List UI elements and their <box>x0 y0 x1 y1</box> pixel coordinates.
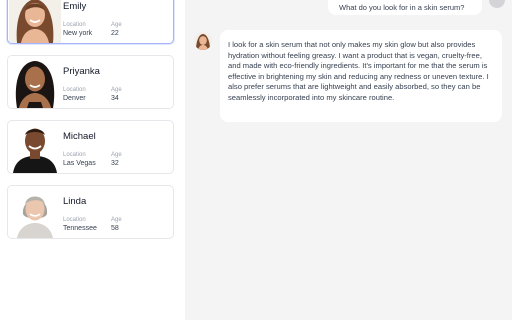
avatar <box>9 0 61 43</box>
avatar <box>9 56 61 108</box>
chat-panel: What do you look for in a skin serum? I … <box>185 0 512 320</box>
persona-name: Linda <box>63 196 87 207</box>
age-label: Age <box>111 22 122 28</box>
location-label: Location <box>63 22 86 28</box>
persona-card-emily[interactable]: Emily Location New york Age 22 <box>7 0 174 44</box>
age-value: 58 <box>111 225 119 232</box>
age-label: Age <box>111 87 122 93</box>
persona-card-linda[interactable]: Linda Location Tennessee Age 58 <box>7 185 174 239</box>
avatar <box>9 121 61 173</box>
persona-name: Michael <box>63 131 96 142</box>
app: Emily Location New york Age 22 Priyanka … <box>0 0 512 320</box>
persona-card-michael[interactable]: Michael Location Las Vegas Age 32 <box>7 120 174 174</box>
persona-card-priyanka[interactable]: Priyanka Location Denver Age 34 <box>7 55 174 109</box>
age-value: 22 <box>111 30 119 37</box>
persona-response-bubble: I look for a skin serum that not only ma… <box>220 30 502 122</box>
location-value: Tennessee <box>63 225 97 232</box>
avatar <box>9 186 61 238</box>
location-value: Las Vegas <box>63 160 96 167</box>
location-label: Location <box>63 87 86 93</box>
persona-name: Emily <box>63 1 87 12</box>
age-value: 32 <box>111 160 119 167</box>
user-avatar <box>489 0 505 8</box>
user-message-bubble: What do you look for in a skin serum? <box>328 0 482 15</box>
location-label: Location <box>63 152 86 158</box>
location-value: Denver <box>63 95 86 102</box>
age-label: Age <box>111 217 122 223</box>
age-label: Age <box>111 152 122 158</box>
persona-sidebar: Emily Location New york Age 22 Priyanka … <box>0 0 185 320</box>
persona-name: Priyanka <box>63 66 100 77</box>
age-value: 34 <box>111 95 119 102</box>
location-label: Location <box>63 217 86 223</box>
persona-avatar-icon <box>194 32 212 50</box>
location-value: New york <box>63 30 93 37</box>
